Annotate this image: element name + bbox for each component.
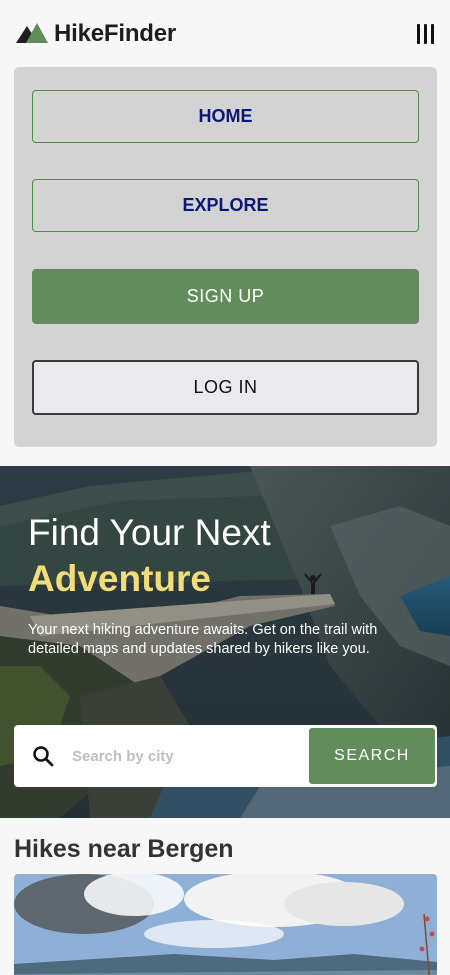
sign-up-button[interactable]: SIGN UP bbox=[32, 269, 419, 324]
log-in-button[interactable]: LOG IN bbox=[32, 360, 419, 415]
section-title: Hikes near Bergen bbox=[14, 835, 234, 863]
search-icon bbox=[33, 746, 54, 767]
nav-menu-panel: HOME EXPLORE SIGN UP LOG IN bbox=[14, 67, 437, 447]
hero-subtitle: Your next hiking adventure awaits. Get o… bbox=[28, 622, 378, 657]
search-input[interactable] bbox=[72, 739, 302, 773]
search-button[interactable]: SEARCH bbox=[309, 728, 435, 784]
landscape-image bbox=[14, 874, 437, 975]
brand-name[interactable]: HikeFinder bbox=[54, 20, 176, 48]
hamburger-menu-icon[interactable] bbox=[416, 24, 436, 44]
top-header: HikeFinder bbox=[0, 0, 450, 68]
hero-title: Find Your Next bbox=[28, 512, 271, 553]
nav-explore-button[interactable]: EXPLORE bbox=[32, 179, 419, 232]
nav-home-button[interactable]: HOME bbox=[32, 90, 419, 143]
search-bar: SEARCH bbox=[14, 725, 437, 787]
hike-card-image[interactable] bbox=[14, 874, 437, 975]
hero-title-accent: Adventure bbox=[28, 558, 211, 599]
mountain-icon bbox=[16, 23, 48, 43]
